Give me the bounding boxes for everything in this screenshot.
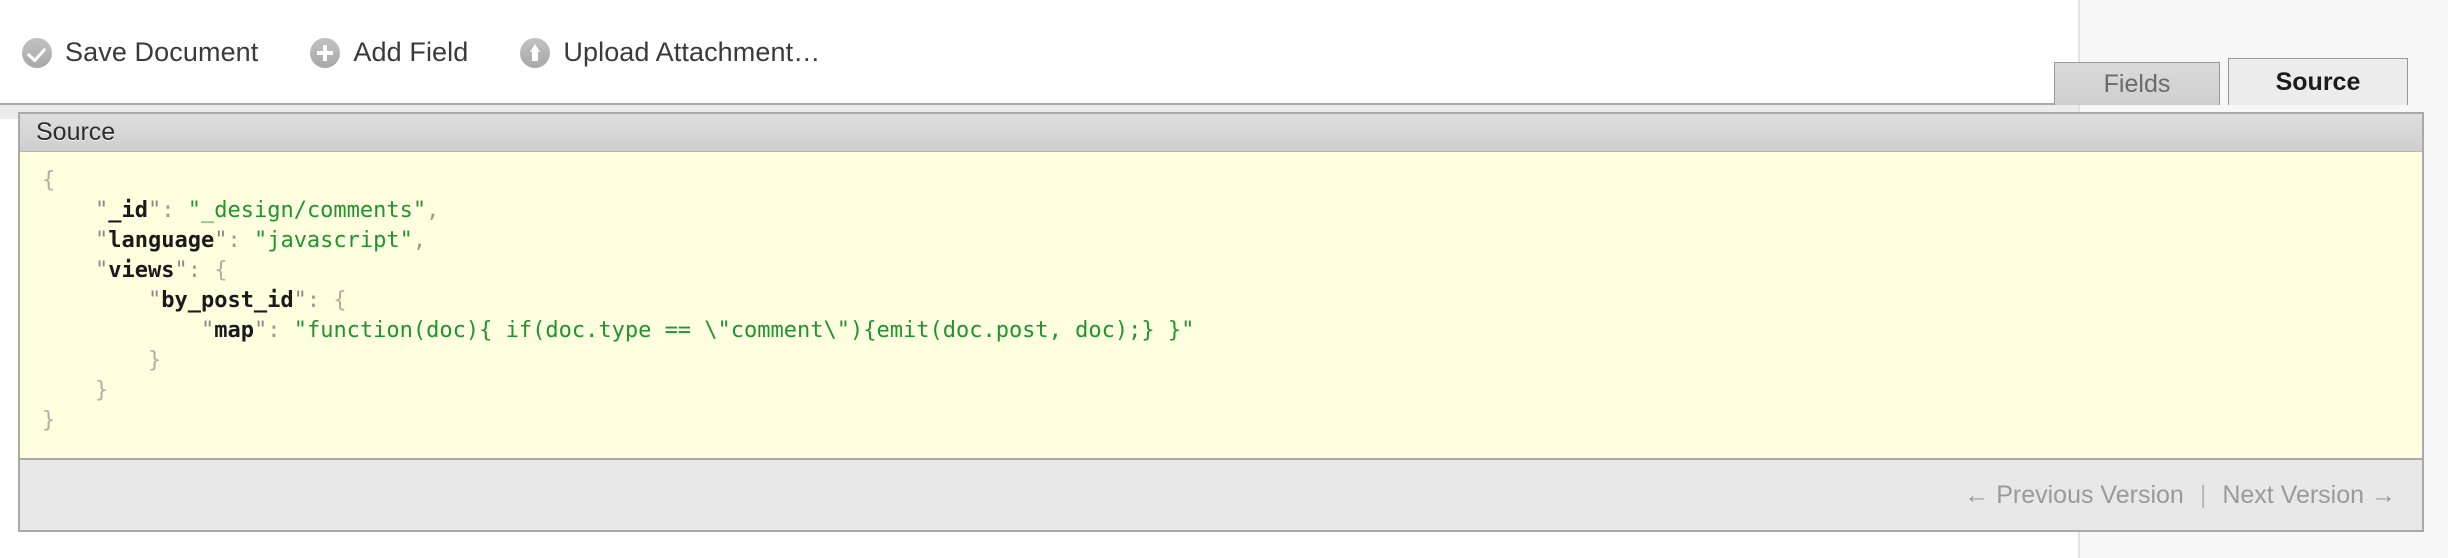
tab-fields-label: Fields xyxy=(2103,69,2171,98)
version-nav-separator: | xyxy=(2199,480,2207,509)
save-document-label: Save Document xyxy=(65,37,259,67)
code-token-q: " xyxy=(253,318,268,343)
code-token-key: map xyxy=(214,318,254,343)
save-document-button[interactable]: Save Document xyxy=(22,37,258,68)
add-field-label: Add Field xyxy=(353,37,469,67)
code-token-str: "function(doc){ if(doc.type == \"comment… xyxy=(293,318,1195,343)
source-code-area[interactable]: { "_id": "_design/comments", "language":… xyxy=(20,152,2422,458)
code-token-key: _id xyxy=(108,198,148,223)
add-field-button[interactable]: Add Field xyxy=(310,37,468,68)
code-token-brace: { xyxy=(42,168,56,193)
previous-version-link[interactable]: ← Previous Version xyxy=(1964,481,2184,510)
source-panel-title: Source xyxy=(36,118,116,146)
plus-circle-icon xyxy=(310,37,341,68)
source-code-block[interactable]: { "_id": "_design/comments", "language":… xyxy=(20,166,2422,436)
code-token-punct: : xyxy=(267,318,294,343)
upload-attachment-label: Upload Attachment… xyxy=(563,37,821,67)
code-token-punct: : xyxy=(161,198,188,223)
tab-source-label: Source xyxy=(2275,67,2361,96)
document-toolbar: Save Document Add Field Upload Attachmen… xyxy=(0,0,2078,105)
document-editor-page: Save Document Add Field Upload Attachmen… xyxy=(0,0,2448,558)
source-panel-header: Source xyxy=(20,114,2422,152)
code-token-key: views xyxy=(108,258,175,283)
version-nav-footer: ← Previous Version | Next Version → xyxy=(20,458,2422,530)
code-token-q: " xyxy=(94,258,109,283)
code-token-brace: { xyxy=(333,288,347,313)
upload-attachment-button[interactable]: Upload Attachment… xyxy=(520,37,820,68)
tab-fields[interactable]: Fields xyxy=(2054,62,2220,105)
code-token-q: " xyxy=(147,198,162,223)
code-token-brace: } xyxy=(42,408,56,433)
view-tabs: Fields Source xyxy=(2054,58,2408,105)
check-circle-icon xyxy=(22,37,52,68)
code-token-q: " xyxy=(214,228,228,253)
code-token-q: " xyxy=(200,318,215,343)
code-token-punct: : xyxy=(306,288,334,313)
code-token-punct: , xyxy=(426,198,440,223)
code-token-brace: { xyxy=(214,258,228,283)
code-token-punct: , xyxy=(412,228,427,253)
code-token-punct: : xyxy=(227,228,254,253)
code-token-brace: } xyxy=(147,348,162,373)
code-token-q: " xyxy=(94,228,109,253)
tab-source[interactable]: Source xyxy=(2228,58,2408,105)
source-panel: Source { "_id": "_design/comments", "lan… xyxy=(18,112,2424,532)
code-token-q: " xyxy=(147,288,162,313)
code-token-q: " xyxy=(293,288,307,313)
code-token-q: " xyxy=(174,258,188,283)
code-token-str: "javascript" xyxy=(253,228,413,253)
code-token-str: "_design/comments" xyxy=(187,198,427,223)
code-token-key: by_post_id xyxy=(161,288,294,313)
code-token-q: " xyxy=(94,198,109,223)
next-version-link[interactable]: Next Version → xyxy=(2222,481,2396,510)
code-token-brace: } xyxy=(94,378,109,403)
code-token-punct: : xyxy=(187,258,215,283)
code-token-key: language xyxy=(108,228,215,253)
upload-circle-icon xyxy=(520,37,551,68)
